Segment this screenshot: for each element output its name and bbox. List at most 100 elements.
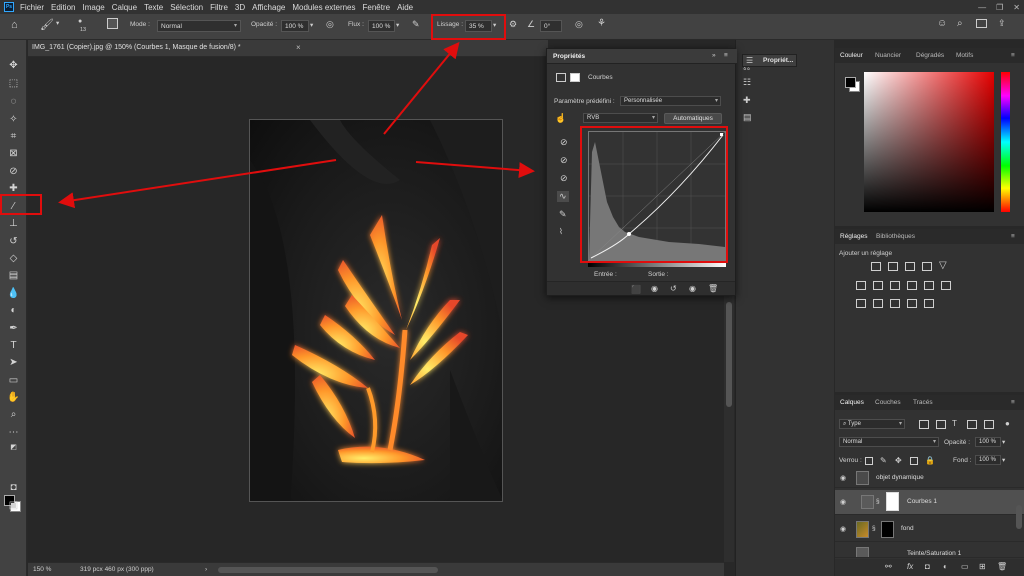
lock-position-icon[interactable]: ✥ — [895, 456, 902, 465]
quick-mask-icon[interactable]: ◘ — [6, 480, 21, 494]
history-brush-tool-icon[interactable]: ↺ — [6, 234, 21, 248]
layer-visibility-eye-icon[interactable]: ◉ — [840, 525, 846, 533]
layer-row[interactable]: Teinte/Saturation 1 — [835, 544, 1024, 558]
brush-tool-icon[interactable]: 🖌 — [40, 18, 54, 31]
layer-row[interactable]: ◉ § fond — [835, 517, 1024, 542]
lock-all-icon[interactable]: 🔒 — [925, 456, 935, 465]
blur-tool-icon[interactable]: 💧 — [6, 286, 21, 300]
gray-point-eyedropper-icon[interactable]: ⊘ — [560, 155, 568, 166]
tab-motifs[interactable]: Motifs — [956, 52, 973, 59]
curve-draw-pencil-icon[interactable]: ✎ — [559, 209, 567, 220]
crop-tool-icon[interactable]: ⌗ — [6, 129, 21, 143]
menu-fenetre[interactable]: Fenêtre — [363, 3, 391, 12]
home-icon[interactable]: ⌂ — [11, 19, 18, 31]
channel-mixer-icon[interactable] — [924, 281, 934, 290]
menu-affichage[interactable]: Affichage — [252, 3, 285, 12]
hue-slider[interactable] — [1001, 72, 1010, 212]
scrollbar-thumb[interactable] — [726, 302, 732, 407]
foreground-color-chip[interactable] — [845, 77, 856, 88]
smooth-curve-icon[interactable]: ⌇ — [559, 227, 563, 236]
horizontal-scrollbar-thumb[interactable] — [218, 567, 438, 573]
clip-to-layer-icon[interactable]: ⬛ — [631, 285, 641, 294]
filter-adjustment-icon[interactable] — [936, 420, 946, 429]
marquee-tool-icon[interactable]: ⬚ — [6, 76, 21, 90]
minimize-button[interactable]: — — [978, 3, 986, 12]
pressure-opacity-icon[interactable]: ◎ — [326, 19, 334, 30]
auto-button[interactable]: Automatiques — [664, 113, 722, 124]
layer-mask-thumbnail[interactable] — [886, 492, 899, 511]
menu-selection[interactable]: Sélection — [170, 3, 203, 12]
hand-tool-icon[interactable]: ✋ — [6, 390, 21, 404]
tab-calques[interactable]: Calques — [837, 395, 867, 410]
brush-size-dot-icon[interactable]: ● — [78, 18, 82, 25]
type-tool-icon[interactable]: T — [6, 338, 21, 352]
smoothing-gear-icon[interactable]: ⚙ — [509, 19, 517, 30]
layer-fill-chevron-icon[interactable]: ▾ — [1002, 456, 1005, 464]
color-balance-icon[interactable] — [873, 281, 883, 290]
preset-select[interactable]: Personnalisée ▾ — [620, 96, 721, 106]
collapse-panel-icon[interactable]: » — [712, 52, 716, 59]
targeted-adjustment-hand-icon[interactable]: ☝ — [555, 113, 566, 124]
layers-panel-menu-icon[interactable]: ≡ — [1011, 399, 1015, 406]
channel-select[interactable]: RVB ▾ — [583, 113, 658, 123]
lasso-tool-icon[interactable]: ◌ — [6, 94, 21, 108]
screen-mode-icon[interactable]: ▣ — [6, 498, 21, 512]
layer-row[interactable]: ◉ objet dynamique — [835, 468, 1024, 488]
opacity-chevron-icon[interactable]: ▾ — [310, 21, 313, 29]
more-tools-icon[interactable]: ⋯ — [6, 425, 21, 439]
vibrance-icon[interactable]: ▽ — [939, 260, 947, 271]
tab-couleur[interactable]: Couleur — [837, 48, 866, 63]
close-window-button[interactable]: ✕ — [1013, 3, 1020, 12]
layer-row-selected[interactable]: ◉ § Courbes 1 — [835, 490, 1024, 515]
properties-dock-button[interactable]: ☰ Propriét... — [742, 54, 797, 67]
layer-fill-field[interactable]: 100 % — [975, 455, 1001, 465]
link-layers-icon[interactable]: ⚯ — [885, 562, 892, 571]
color-lookup-icon[interactable] — [941, 281, 951, 290]
curves-icon[interactable] — [905, 262, 915, 271]
status-chevron-icon[interactable]: › — [205, 566, 207, 573]
default-colors-icon[interactable]: ◩ — [6, 440, 21, 454]
layer-mask-thumbnail[interactable] — [881, 521, 894, 538]
layer-visibility-eye-icon[interactable]: ◉ — [840, 474, 846, 482]
airbrush-icon[interactable]: ✎ — [412, 19, 420, 30]
panel-menu-icon[interactable]: ≡ — [724, 52, 728, 59]
layer-style-fx-icon[interactable]: fx — [907, 562, 913, 571]
white-point-eyedropper-icon[interactable]: ⊘ — [560, 173, 568, 184]
search-icon[interactable]: ⌕ — [957, 18, 963, 29]
mode-select[interactable]: Normal ▾ — [157, 20, 241, 32]
reset-adjustment-icon[interactable]: ↺ — [670, 284, 677, 293]
layer-opacity-field[interactable]: 100 % — [975, 437, 1001, 447]
photo-filter-icon[interactable] — [907, 281, 917, 290]
color-picker-field[interactable] — [864, 72, 994, 212]
gradient-map-icon[interactable] — [924, 299, 934, 308]
brightness-contrast-icon[interactable] — [871, 262, 881, 271]
layer-mask-icon[interactable] — [570, 73, 580, 82]
new-adjustment-layer-icon[interactable]: ◐ — [943, 562, 948, 571]
lock-artboard-icon[interactable] — [910, 457, 918, 465]
flux-chevron-icon[interactable]: ▾ — [396, 21, 399, 29]
angle-field[interactable]: 0° — [540, 20, 562, 32]
filter-type-icon[interactable]: T — [952, 419, 957, 428]
tab-traces[interactable]: Tracés — [913, 399, 933, 406]
toggle-visibility-eye-icon[interactable]: ◉ — [689, 284, 696, 293]
delete-layer-trash-icon[interactable]: 🗑 — [997, 562, 1007, 571]
eraser-tool-icon[interactable]: ◇ — [6, 251, 21, 265]
menu-texte[interactable]: Texte — [144, 3, 163, 12]
menu-image[interactable]: Image — [82, 3, 104, 12]
frame-tool-icon[interactable]: ⊠ — [6, 146, 21, 160]
filter-toggle-icon[interactable]: ● — [1005, 419, 1010, 428]
lock-pixels-icon[interactable]: ✎ — [880, 456, 887, 465]
opacity-field[interactable]: 100 % — [281, 20, 309, 32]
new-layer-icon[interactable]: ⊞ — [979, 562, 986, 571]
maximize-button[interactable]: ❐ — [996, 3, 1003, 12]
view-previous-state-icon[interactable]: ◉ — [651, 284, 658, 293]
menu-modules-externes[interactable]: Modules externes — [292, 3, 355, 12]
menu-3d[interactable]: 3D — [235, 3, 245, 12]
layers-scrollbar-thumb[interactable] — [1016, 505, 1022, 529]
path-selection-tool-icon[interactable]: ➤ — [6, 355, 21, 369]
menu-fichier[interactable]: Fichier — [20, 3, 44, 12]
layer-opacity-chevron-icon[interactable]: ▾ — [1002, 438, 1005, 446]
exposure-icon[interactable] — [922, 262, 932, 271]
eyedropper-tool-icon[interactable]: ⊘ — [6, 164, 21, 178]
menu-filtre[interactable]: Filtre — [210, 3, 228, 12]
